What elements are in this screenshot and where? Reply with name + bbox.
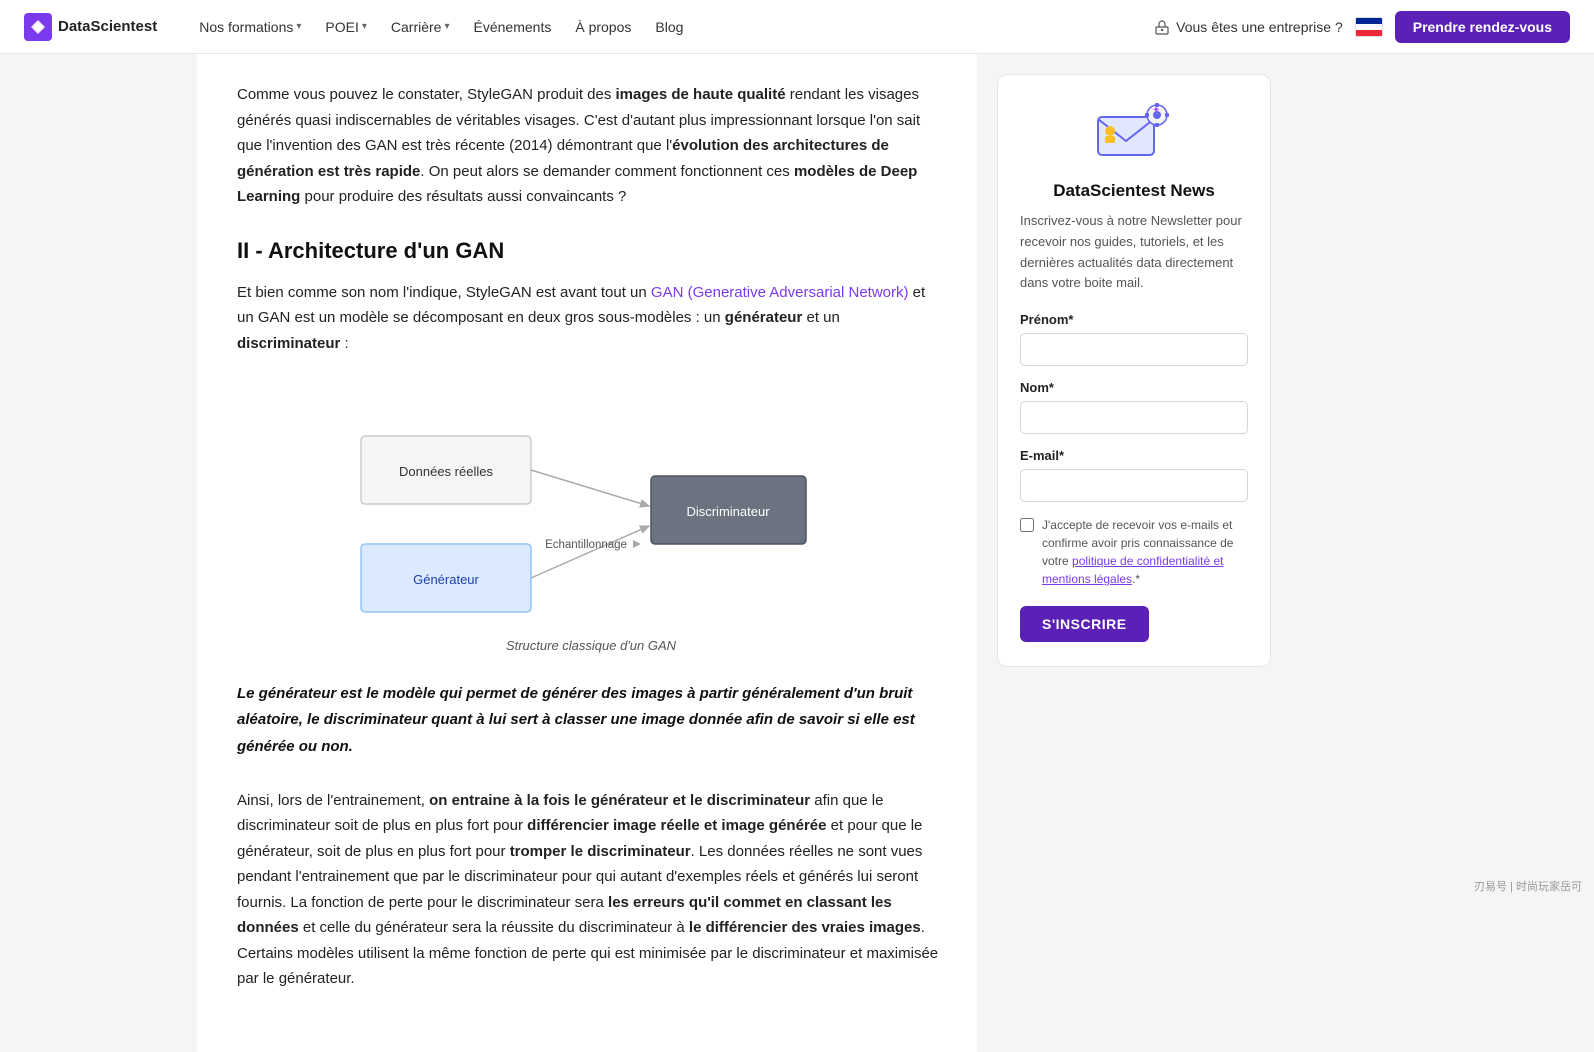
nav-right: Vous êtes une entreprise ? Prendre rende… [1154, 11, 1570, 43]
nav-carriere[interactable]: Carrière ▾ [381, 13, 460, 41]
newsletter-icon-wrapper: ✦ [1020, 99, 1248, 167]
section-paragraph-1: Et bien comme son nom l'indique, StyleGA… [237, 280, 945, 357]
body-paragraph-1: Ainsi, lors de l'entrainement, on entrai… [237, 788, 945, 992]
newsletter-icon: ✦ [1094, 99, 1174, 167]
gan-diagram: Données réelles Générateur Discriminateu… [331, 376, 851, 630]
sidebar: ✦ DataScientest News Inscrivez-vous à no… [977, 54, 1287, 1052]
svg-text:✦: ✦ [1152, 105, 1160, 116]
enterprise-icon [1154, 19, 1170, 35]
diagram-label-donnees: Données réelles [399, 464, 493, 479]
nom-input[interactable] [1020, 401, 1248, 434]
nav-links: Nos formations ▾ POEI ▾ Carrière ▾ Événe… [189, 13, 1146, 41]
gan-diagram-wrapper: Données réelles Générateur Discriminateu… [237, 376, 945, 653]
nav-formations[interactable]: Nos formations ▾ [189, 13, 311, 41]
diagram-caption: Structure classique d'un GAN [506, 638, 676, 653]
diagram-label-echantillonnage: Echantillonnage [545, 539, 627, 551]
diagram-label-discriminateur: Discriminateur [686, 504, 770, 519]
prenom-label: Prénom* [1020, 312, 1248, 327]
logo-icon [24, 13, 52, 41]
gan-link[interactable]: GAN (Generative Adversarial Network) [651, 284, 909, 301]
diagram-label-generateur: Générateur [413, 572, 479, 587]
sidebar-description: Inscrivez-vous à notre Newsletter pour r… [1020, 211, 1248, 294]
page-wrapper: Comme vous pouvez le constater, StyleGAN… [197, 54, 1397, 1052]
chevron-down-icon: ▾ [444, 21, 449, 32]
subscribe-button[interactable]: S'INSCRIRE [1020, 606, 1149, 642]
email-label: E-mail* [1020, 448, 1248, 463]
main-content: Comme vous pouvez le constater, StyleGAN… [197, 54, 977, 1052]
nav-poei[interactable]: POEI ▾ [315, 13, 377, 41]
language-flag[interactable] [1355, 17, 1383, 37]
newsletter-card: ✦ DataScientest News Inscrivez-vous à no… [997, 74, 1271, 667]
email-input[interactable] [1020, 469, 1248, 502]
nav-blog[interactable]: Blog [645, 13, 693, 41]
sidebar-title: DataScientest News [1020, 181, 1248, 201]
intro-paragraph: Comme vous pouvez le constater, StyleGAN… [237, 82, 945, 210]
nav-evenements[interactable]: Événements [464, 13, 562, 41]
enterprise-link[interactable]: Vous êtes une entreprise ? [1154, 19, 1343, 35]
nom-field-wrapper: Nom* [1020, 380, 1248, 448]
watermark: 刃易号 | 时尚玩家岳可 [1474, 878, 1582, 894]
section-title: II - Architecture d'un GAN [237, 238, 945, 264]
chevron-down-icon: ▾ [362, 21, 367, 32]
nom-label: Nom* [1020, 380, 1248, 395]
nav-apropos[interactable]: À propos [565, 13, 641, 41]
logo-link[interactable]: DataScientest [24, 13, 157, 41]
consent-row: J'accepte de recevoir vos e-mails et con… [1020, 516, 1248, 588]
quote-block: Le générateur est le modèle qui permet d… [237, 681, 945, 760]
cta-button[interactable]: Prendre rendez-vous [1395, 11, 1570, 43]
consent-label: J'accepte de recevoir vos e-mails et con… [1042, 516, 1248, 588]
chevron-down-icon: ▾ [296, 21, 301, 32]
email-field-wrapper: E-mail* [1020, 448, 1248, 516]
privacy-link[interactable]: politique de confidentialité et mentions… [1042, 554, 1223, 586]
logo-text: DataScientest [58, 18, 157, 35]
navbar: DataScientest Nos formations ▾ POEI ▾ Ca… [0, 0, 1594, 54]
prenom-input[interactable] [1020, 333, 1248, 366]
consent-checkbox[interactable] [1020, 518, 1034, 532]
prenom-field-wrapper: Prénom* [1020, 312, 1248, 380]
